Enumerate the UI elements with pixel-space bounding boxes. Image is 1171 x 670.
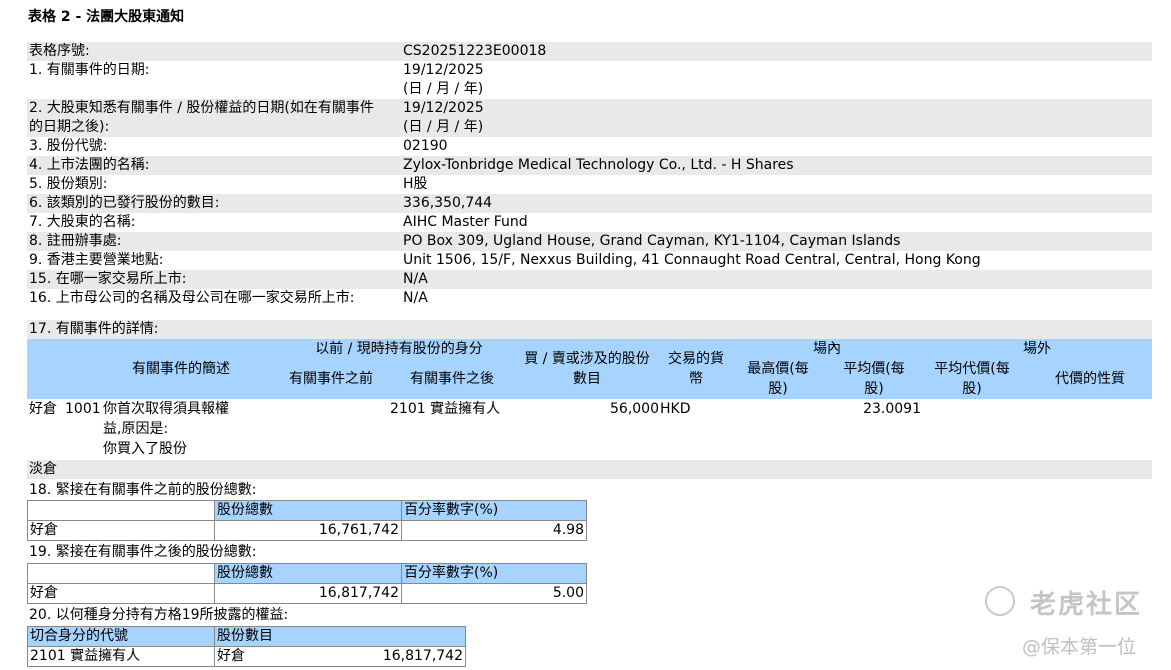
header-currency: 交易的貨幣 — [668, 351, 724, 387]
field-value: 02190 — [403, 138, 448, 154]
short-position-label: 淡倉 — [27, 460, 1152, 479]
section-19-table: 股份總數 百分率數字(%) 好倉 16,817,742 5.00 — [27, 563, 587, 604]
header-off-exchange: 場外 — [1023, 341, 1051, 357]
row-code: 1001 — [65, 401, 101, 417]
row-label: 好倉 — [27, 520, 215, 541]
field-label: 5. 股份類別: — [29, 176, 108, 192]
field-value: H股 — [403, 176, 428, 192]
field-value-note: (日 / 月 / 年) — [403, 119, 484, 135]
header-before: 有關事件之前 — [289, 371, 373, 387]
total-shares: 16,817,742 — [214, 583, 402, 604]
field-value: Unit 1506, 15/F, Nexxus Building, 41 Con… — [403, 252, 981, 268]
section-17-header: 有關事件的簡述 以前 / 現時持有股份的身分 有關事件之前 有關事件之後 買 /… — [27, 339, 1152, 399]
row-currency: HKD — [660, 401, 691, 417]
col-share-count: 股份數目 — [214, 626, 466, 647]
row-position: 好倉 — [29, 401, 57, 417]
col-total-shares: 股份總數 — [214, 563, 402, 584]
field-row: 2. 大股東知悉有關事件 / 股份權益的日期(如在有關事件 的日期之後): 19/1… — [27, 99, 1152, 137]
field-label: 16. 上市母公司的名稱及母公司在哪一家交易所上市: — [29, 290, 355, 306]
position-type: 好倉 — [214, 646, 279, 667]
col-total-shares: 股份總數 — [214, 500, 402, 521]
field-label: 15. 在哪一家交易所上市: — [27, 270, 401, 289]
form-fields-table: 表格序號: CS20251223E00018 1. 有關事件的日期: 19/12/2… — [27, 42, 1152, 308]
header-avg: 平均價(每 股) — [843, 361, 905, 397]
field-value: N/A — [403, 290, 428, 306]
field-row: 3. 股份代號: 02190 — [27, 137, 1152, 156]
field-label: 表格序號: — [27, 42, 401, 61]
row-desc-1: 你首次取得須具報權 — [103, 401, 229, 417]
field-row: 16. 上市母公司的名稱及母公司在哪一家交易所上市: N/A — [27, 289, 1152, 308]
field-label: 8. 註冊辦事處: — [27, 232, 401, 251]
page-title: 表格 2 - 法團大股東通知 — [28, 9, 185, 25]
field-value: 336,350,744 — [401, 194, 1152, 213]
field-row: 8. 註冊辦事處: PO Box 309, Ugland House, Grand… — [27, 232, 1152, 251]
field-value: 19/12/2025 — [403, 62, 484, 78]
header-off-avg: 平均代價(每 股) — [934, 361, 1010, 397]
field-label-cont: 的日期之後): — [29, 119, 110, 135]
col-capacity-code: 切合身分的代號 — [27, 626, 215, 647]
section-20-label: 20. 以何種身分持有方格19所披露的權益: — [29, 607, 289, 623]
field-label: 6. 該類別的已發行股份的數目: — [27, 194, 401, 213]
col-percentage: 百分率數字(%) — [401, 500, 587, 521]
field-row: 6. 該類別的已發行股份的數目: 336,350,744 — [27, 194, 1152, 213]
section-17-row: 好倉 1001 你首次取得須具報權 益,原因是: 你買入了股份 2101 實益擁… — [27, 399, 1152, 459]
field-label: 3. 股份代號: — [29, 138, 108, 154]
capacity-code: 2101 實益擁有人 — [27, 646, 215, 667]
header-capacity: 以前 / 現時持有股份的身分 — [315, 341, 483, 357]
header-on-exchange: 場內 — [813, 341, 841, 357]
field-value: PO Box 309, Ugland House, Grand Cayman, … — [401, 232, 1152, 251]
watermark-user: @保本第一位 — [1022, 636, 1137, 658]
row-label: 好倉 — [27, 583, 215, 604]
section-20-table: 切合身分的代號 股份數目 2101 實益擁有人 好倉 16,817,742 — [27, 626, 466, 667]
field-value-note: (日 / 月 / 年) — [403, 81, 484, 97]
percentage: 5.00 — [401, 583, 587, 604]
field-value: CS20251223E00018 — [401, 42, 1152, 61]
percentage: 4.98 — [401, 520, 587, 541]
section-18-table: 股份總數 百分率數字(%) 好倉 16,761,742 4.98 — [27, 500, 587, 541]
header-shares: 買 / 賣或涉及的股份 數目 — [524, 351, 650, 387]
col-percentage: 百分率數字(%) — [401, 563, 587, 584]
field-label: 7. 大股東的名稱: — [29, 214, 136, 230]
field-row: 9. 香港主要營業地點: Unit 1506, 15/F, Nexxus Buil… — [27, 251, 1152, 270]
tiger-logo-icon — [985, 586, 1015, 616]
watermark-brand: 老虎社区 — [1030, 590, 1143, 620]
field-label: 9. 香港主要營業地點: — [29, 252, 164, 268]
field-value: 19/12/2025 — [403, 100, 484, 116]
row-after: 2101 實益擁有人 — [390, 401, 501, 417]
field-row: 表格序號: CS20251223E00018 — [27, 42, 1152, 61]
field-label: 4. 上市法團的名稱: — [27, 156, 401, 175]
field-row: 4. 上市法團的名稱: Zylox-Tonbridge Medical Techn… — [27, 156, 1152, 175]
section-18-label: 18. 緊接在有關事件之前的股份總數: — [29, 482, 257, 498]
total-shares: 16,761,742 — [214, 520, 402, 541]
section-17-label: 17. 有關事件的詳情: — [27, 320, 1152, 339]
field-value: Zylox-Tonbridge Medical Technology Co., … — [401, 156, 1152, 175]
share-count: 16,817,742 — [279, 646, 466, 667]
row-desc-2: 益,原因是: — [103, 421, 169, 437]
field-row: 1. 有關事件的日期: 19/12/2025 (日 / 月 / 年) — [27, 61, 1152, 99]
row-desc-3: 你買入了股份 — [103, 441, 187, 457]
header-high: 最高價(每 股) — [747, 361, 809, 397]
field-row: 7. 大股東的名稱: AIHC Master Fund — [27, 213, 1152, 232]
header-after: 有關事件之後 — [410, 371, 494, 387]
row-avg-price: 23.0091 — [863, 401, 921, 417]
field-row: 15. 在哪一家交易所上市: N/A — [27, 270, 1152, 289]
row-shares: 56,000 — [610, 401, 659, 417]
field-label: 1. 有關事件的日期: — [29, 62, 150, 78]
field-row: 5. 股份類別: H股 — [27, 175, 1152, 194]
field-value: AIHC Master Fund — [403, 214, 528, 230]
section-19-label: 19. 緊接在有關事件之後的股份總數: — [29, 544, 257, 560]
field-label: 2. 大股東知悉有關事件 / 股份權益的日期(如在有關事件 — [29, 100, 374, 116]
field-value: N/A — [401, 270, 1152, 289]
header-consideration: 代價的性質 — [1055, 371, 1125, 387]
header-summary: 有關事件的簡述 — [132, 361, 230, 377]
